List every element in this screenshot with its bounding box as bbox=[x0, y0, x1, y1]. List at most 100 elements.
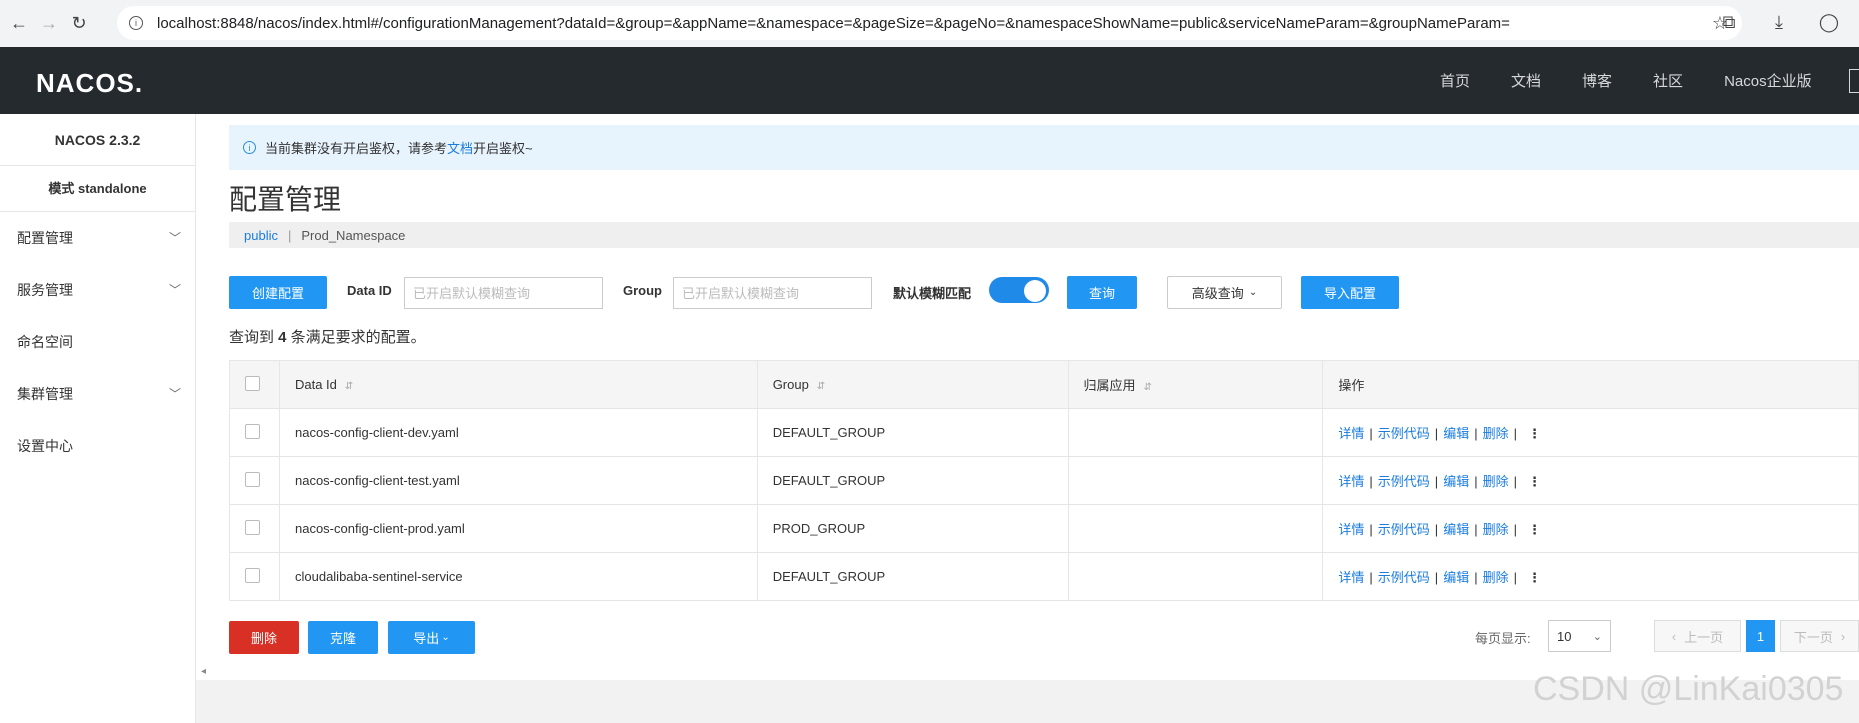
page-size-value: 10 bbox=[1557, 628, 1572, 644]
header-actions: 操作 bbox=[1322, 360, 1859, 409]
group-label: Group bbox=[623, 283, 662, 298]
export-button[interactable]: 导出 ⌄ bbox=[388, 621, 475, 654]
page-size-label: 每页显示: bbox=[1475, 631, 1531, 646]
cell-actions: 详情 | 示例代码 | 编辑 | 删除 | ⋮ bbox=[1322, 504, 1859, 553]
row-checkbox[interactable] bbox=[245, 471, 260, 487]
download-icon[interactable]: ⤓ bbox=[1765, 8, 1793, 36]
scroll-left-arrow-icon[interactable]: ◂ bbox=[201, 666, 206, 677]
cell-dataid: nacos-config-client-prod.yaml bbox=[278, 504, 758, 553]
table-row: nacos-config-client-dev.yaml DEFAULT_GRO… bbox=[229, 408, 1859, 457]
sample-code-link[interactable]: 示例代码 bbox=[1378, 474, 1430, 489]
sort-icon[interactable]: ⇵ bbox=[1144, 382, 1152, 393]
sidebar-item-namespace[interactable]: 命名空间 bbox=[0, 316, 195, 368]
sidebar-item-settings[interactable]: 设置中心 bbox=[0, 420, 195, 472]
edit-link[interactable]: 编辑 bbox=[1443, 522, 1469, 537]
chevron-down-icon: ⌄ bbox=[441, 632, 450, 643]
sidebar-item-cluster[interactable]: 集群管理 ﹀ bbox=[0, 368, 195, 420]
page-size-select[interactable]: 10 ⌄ bbox=[1548, 620, 1611, 652]
more-icon[interactable]: ⋮ bbox=[1528, 570, 1541, 585]
more-icon[interactable]: ⋮ bbox=[1528, 426, 1541, 441]
clone-button[interactable]: 克隆 bbox=[308, 621, 378, 654]
sample-code-link[interactable]: 示例代码 bbox=[1378, 570, 1430, 585]
header-group[interactable]: Group ⇵ bbox=[756, 360, 1069, 409]
import-config-button[interactable]: 导入配置 bbox=[1301, 276, 1399, 309]
more-icon[interactable]: ⋮ bbox=[1528, 522, 1541, 537]
edit-link[interactable]: 编辑 bbox=[1443, 570, 1469, 585]
table-row: nacos-config-client-prod.yaml PROD_GROUP… bbox=[229, 504, 1859, 553]
header-dataid[interactable]: Data Id ⇵ bbox=[278, 360, 758, 409]
profile-icon[interactable]: ◯ bbox=[1815, 8, 1843, 36]
delete-link[interactable]: 删除 bbox=[1483, 522, 1509, 537]
header-label: Group bbox=[772, 377, 809, 392]
row-select-cell bbox=[229, 408, 280, 457]
cell-app bbox=[1067, 408, 1324, 457]
current-page-button[interactable]: 1 bbox=[1746, 620, 1775, 652]
watermark: CSDN @LinKai0305 bbox=[1533, 670, 1844, 708]
sort-icon[interactable]: ⇵ bbox=[817, 381, 825, 392]
more-icon[interactable]: ⋮ bbox=[1528, 474, 1541, 489]
namespace-bar: public | Prod_Namespace bbox=[229, 222, 1859, 248]
group-input[interactable] bbox=[673, 277, 872, 309]
dataid-label: Data ID bbox=[347, 283, 392, 298]
row-select-cell bbox=[229, 504, 280, 553]
namespace-public[interactable]: public bbox=[244, 228, 278, 243]
nav-home[interactable]: 首页 bbox=[1440, 70, 1470, 91]
row-select-cell bbox=[229, 552, 280, 601]
chevron-right-icon: › bbox=[1840, 628, 1846, 644]
version-label: NACOS 2.3.2 bbox=[0, 114, 195, 166]
row-checkbox[interactable] bbox=[245, 423, 260, 439]
cell-group: DEFAULT_GROUP bbox=[756, 408, 1069, 457]
row-checkbox[interactable] bbox=[245, 519, 260, 535]
sort-icon[interactable]: ⇵ bbox=[345, 381, 353, 392]
export-label: 导出 bbox=[413, 631, 440, 646]
back-arrow-icon[interactable]: ← bbox=[4, 8, 34, 38]
extensions-icon[interactable]: ⧉ bbox=[1715, 8, 1743, 36]
detail-link[interactable]: 详情 bbox=[1338, 474, 1364, 489]
url-text: localhost:8848/nacos/index.html#/configu… bbox=[157, 14, 1510, 32]
notice-text-end: 开启鉴权~ bbox=[473, 141, 533, 156]
header-label: Data Id bbox=[294, 377, 337, 392]
top-nav: 首页 文档 博客 社区 Nacos企业版 bbox=[1440, 47, 1853, 114]
delete-link[interactable]: 删除 bbox=[1483, 570, 1509, 585]
nav-community[interactable]: 社区 bbox=[1653, 70, 1683, 91]
prev-page-button[interactable]: ‹ 上一页 bbox=[1654, 620, 1741, 652]
nav-blog[interactable]: 博客 bbox=[1582, 70, 1612, 91]
advanced-query-button[interactable]: 高级查询 ⌄ bbox=[1167, 276, 1282, 309]
row-checkbox[interactable] bbox=[245, 567, 260, 583]
forward-arrow-icon[interactable]: → bbox=[34, 8, 64, 38]
sidebar-item-service[interactable]: 服务管理 ﹀ bbox=[0, 264, 195, 316]
detail-link[interactable]: 详情 bbox=[1338, 426, 1364, 441]
sidebar-item-label: 命名空间 bbox=[17, 334, 73, 350]
language-switch[interactable] bbox=[1849, 69, 1859, 93]
notice-doc-link[interactable]: 文档 bbox=[447, 138, 473, 157]
sidebar-item-label: 配置管理 bbox=[17, 230, 73, 246]
sidebar-item-config[interactable]: 配置管理 ﹀ bbox=[0, 212, 195, 264]
cell-actions: 详情 | 示例代码 | 编辑 | 删除 | ⋮ bbox=[1322, 456, 1859, 505]
next-page-button[interactable]: 下一页 › bbox=[1780, 620, 1859, 652]
fuzzy-match-label: 默认模糊匹配 bbox=[893, 286, 972, 301]
detail-link[interactable]: 详情 bbox=[1338, 522, 1364, 537]
nacos-logo[interactable]: NACOS. bbox=[36, 68, 143, 99]
edit-link[interactable]: 编辑 bbox=[1443, 426, 1469, 441]
site-info-icon[interactable]: i bbox=[129, 16, 143, 30]
dataid-input[interactable] bbox=[404, 277, 603, 309]
select-all-checkbox[interactable] bbox=[245, 375, 260, 391]
delete-link[interactable]: 删除 bbox=[1483, 426, 1509, 441]
create-config-button[interactable]: 创建配置 bbox=[229, 276, 327, 309]
detail-link[interactable]: 详情 bbox=[1338, 570, 1364, 585]
fuzzy-match-toggle[interactable] bbox=[989, 277, 1049, 303]
namespace-prod[interactable]: Prod_Namespace bbox=[301, 228, 405, 243]
sample-code-link[interactable]: 示例代码 bbox=[1378, 426, 1430, 441]
address-bar[interactable]: i localhost:8848/nacos/index.html#/confi… bbox=[117, 6, 1742, 40]
reload-icon[interactable]: ↻ bbox=[64, 8, 94, 38]
edit-link[interactable]: 编辑 bbox=[1443, 474, 1469, 489]
sample-code-link[interactable]: 示例代码 bbox=[1378, 522, 1430, 537]
header-app[interactable]: 归属应用 ⇵ bbox=[1067, 360, 1324, 409]
delete-link[interactable]: 删除 bbox=[1483, 474, 1509, 489]
nav-enterprise[interactable]: Nacos企业版 bbox=[1724, 70, 1812, 91]
delete-button[interactable]: 删除 bbox=[229, 621, 299, 654]
nav-docs[interactable]: 文档 bbox=[1511, 70, 1541, 91]
query-button[interactable]: 查询 bbox=[1067, 276, 1137, 309]
chevron-down-icon: ﹀ bbox=[168, 387, 181, 401]
auth-notice: i 当前集群没有开启鉴权，请参考 文档 开启鉴权~ bbox=[229, 125, 1859, 170]
